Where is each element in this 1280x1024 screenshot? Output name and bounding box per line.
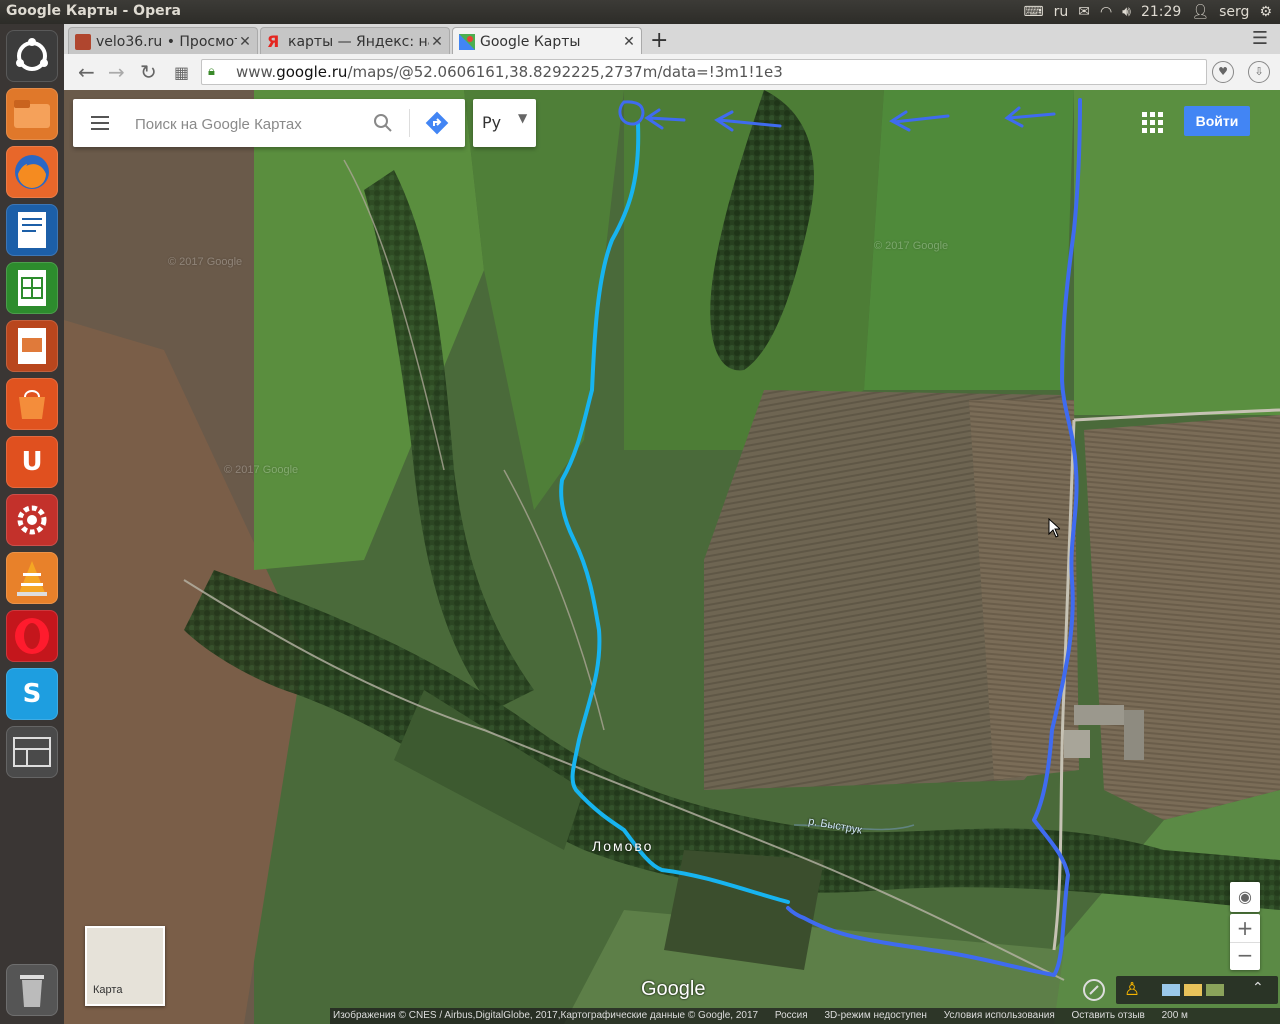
speed-dial-icon[interactable]: ▦ <box>174 63 189 82</box>
location-icon: ◉ <box>1238 887 1252 906</box>
unity-launcher: U S <box>0 24 65 1024</box>
map-footer: Изображения © CNES / Airbus,DigitalGlobe… <box>330 1008 1280 1024</box>
tab-velo36[interactable]: velo36.ru • Просмотр ✕ <box>68 27 258 55</box>
vlc-icon[interactable] <box>6 552 58 604</box>
clock[interactable]: 21:29 <box>1141 4 1181 20</box>
tab-label: карты — Яндекс: наш <box>288 33 429 50</box>
imagery-thumb-icon[interactable] <box>1206 984 1224 996</box>
address-toolbar: ← → ↻ ▦ 🔒︎ www.google.ru/maps/@52.060616… <box>64 54 1280 91</box>
system-tray: ⌨ ru ✉ ◠ 🔊︎ 21:29 👤︎ serg ⚙ <box>1023 0 1272 24</box>
forward-icon[interactable]: → <box>108 60 125 84</box>
sign-in-button[interactable]: Войти <box>1184 106 1250 136</box>
keyboard-layout[interactable]: ru <box>1054 4 1069 20</box>
search-divider <box>409 109 410 137</box>
tab-label: velo36.ru • Просмотр <box>96 33 237 50</box>
url-field[interactable]: 🔒︎ www.google.ru/maps/@52.0606161,38.829… <box>201 59 1207 85</box>
close-icon[interactable]: ✕ <box>621 34 637 50</box>
trash-icon[interactable] <box>6 964 58 1016</box>
workspace-switcher-icon[interactable] <box>6 726 58 778</box>
country-link[interactable]: Россия <box>775 1010 808 1021</box>
google-maps-favicon-icon <box>459 33 475 50</box>
terms-link[interactable]: Условия использования <box>944 1010 1055 1021</box>
ubuntu-one-icon[interactable]: U <box>6 436 58 488</box>
3d-mode-text: 3D-режим недоступен <box>824 1010 927 1021</box>
watermark: © 2017 Google <box>224 464 299 476</box>
compass-icon[interactable] <box>1082 978 1106 1002</box>
map-search-box <box>73 99 465 147</box>
directions-icon[interactable] <box>425 111 449 135</box>
calc-icon[interactable] <box>6 262 58 314</box>
zoom-control: + − <box>1230 914 1260 970</box>
tab-google-maps[interactable]: Google Карты ✕ <box>452 27 642 55</box>
opera-icon[interactable] <box>6 610 58 662</box>
watermark: © 2017 Google <box>168 256 243 268</box>
lock-icon: 🔒︎ <box>208 64 215 79</box>
minimap-label: Карта <box>93 984 123 996</box>
download-icon[interactable]: ⇩ <box>1248 61 1270 83</box>
keyboard-icon[interactable]: ⌨ <box>1023 4 1043 20</box>
reload-icon[interactable]: ↻ <box>140 60 157 84</box>
tab-yandex-maps[interactable]: Я карты — Яндекс: наш ✕ <box>260 27 450 55</box>
language-label: Ру <box>482 113 502 132</box>
language-selector[interactable]: Ру ▼ <box>473 99 536 147</box>
zoom-out-button[interactable]: − <box>1230 942 1260 971</box>
apps-grid-icon[interactable] <box>1140 110 1166 136</box>
volume-icon[interactable]: 🔊︎ <box>1122 4 1131 20</box>
files-icon[interactable] <box>6 88 58 140</box>
tab-menu-icon[interactable]: ☰ <box>1252 28 1268 49</box>
tab-label: Google Карты <box>480 33 581 50</box>
velo36-favicon-icon <box>75 33 91 50</box>
zoom-in-button[interactable]: + <box>1230 914 1260 942</box>
firefox-icon[interactable] <box>6 146 58 198</box>
window-title: Google Карты - Opera <box>6 3 181 19</box>
imagery-thumb-icon[interactable] <box>1162 984 1180 996</box>
chevron-down-icon: ▼ <box>518 111 528 125</box>
back-icon[interactable]: ← <box>78 60 95 84</box>
gear-icon[interactable]: ⚙ <box>1259 4 1272 20</box>
my-location-button[interactable]: ◉ <box>1230 882 1260 912</box>
imagery-thumb-icon[interactable] <box>1184 984 1202 996</box>
impress-icon[interactable] <box>6 320 58 372</box>
google-logo: Google <box>641 978 706 1000</box>
url-text: www.google.ru/maps/@52.0606161,38.829222… <box>236 63 783 81</box>
new-tab-icon[interactable]: + <box>650 28 668 53</box>
heart-icon[interactable]: ♥ <box>1212 61 1234 83</box>
feedback-link[interactable]: Оставить отзыв <box>1072 1010 1145 1021</box>
skype-icon[interactable]: S <box>6 668 58 720</box>
map-canvas[interactable]: Ломово р. Быструк © 2017 Google © 2017 G… <box>64 90 1280 1024</box>
yandex-favicon-icon: Я <box>267 31 280 51</box>
attribution-text: Изображения © CNES / Airbus,DigitalGlobe… <box>333 1010 759 1021</box>
close-icon[interactable]: ✕ <box>429 34 445 50</box>
mail-icon[interactable]: ✉ <box>1078 4 1090 20</box>
search-icon[interactable] <box>373 113 393 133</box>
satellite-imagery <box>64 90 1280 1024</box>
user-icon[interactable]: 👤︎ <box>1191 4 1209 20</box>
close-icon[interactable]: ✕ <box>237 34 253 50</box>
village-label: Ломово <box>592 838 654 854</box>
street-view-bar: ♙ ⌃ <box>1116 976 1278 1004</box>
software-center-icon[interactable] <box>6 378 58 430</box>
mouse-cursor-icon <box>1048 518 1060 538</box>
map-type-toggle[interactable]: Карта <box>85 926 165 1006</box>
pegman-icon[interactable]: ♙ <box>1124 979 1140 1000</box>
browser-tab-bar: velo36.ru • Просмотр ✕ Я карты — Яндекс:… <box>64 24 1280 55</box>
ubuntu-dash-icon[interactable] <box>6 30 58 82</box>
expand-icon[interactable]: ⌃ <box>1252 980 1264 996</box>
writer-icon[interactable] <box>6 204 58 256</box>
search-input[interactable] <box>133 111 367 137</box>
menu-icon[interactable] <box>91 113 109 133</box>
scale-text[interactable]: 200 м <box>1162 1010 1188 1021</box>
wifi-icon[interactable]: ◠ <box>1100 4 1112 20</box>
system-top-bar: Google Карты - Opera ⌨ ru ✉ ◠ 🔊︎ 21:29 👤… <box>0 0 1280 24</box>
system-settings-icon[interactable] <box>6 494 58 546</box>
watermark: © 2017 Google <box>874 240 949 252</box>
user-name[interactable]: serg <box>1219 4 1249 20</box>
